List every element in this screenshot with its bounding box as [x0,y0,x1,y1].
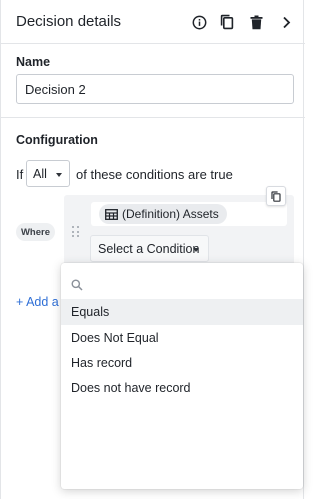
section-divider [1,117,305,118]
dropdown-item-does-not-equal[interactable]: Does Not Equal [61,325,303,351]
search-icon [71,279,83,291]
decision-details-panel: Decision details Name Decision 2 Configu… [0,0,305,499]
asset-pill[interactable]: (Definition) Assets [99,204,227,224]
if-text: If [16,167,24,182]
asset-pill-label: (Definition) Assets [122,207,219,221]
chevron-down-icon [56,173,62,177]
panel-title: Decision details [16,13,122,30]
copy-icon [271,190,281,202]
dropdown-search[interactable] [61,271,303,301]
chevron-right-icon[interactable] [275,11,297,33]
trash-icon[interactable] [245,11,267,33]
select-condition-dropdown[interactable]: Select a Condition [90,235,209,262]
dropdown-item-equals[interactable]: Equals [61,299,303,325]
conditions-suffix-text: of these conditions are true [76,167,233,182]
dropdown-item-does-not-have-record[interactable]: Does not have record [61,375,303,401]
name-input[interactable] [16,74,294,104]
table-icon [105,208,118,220]
select-condition-label: Select a Condition [98,242,200,256]
dropdown-item-has-record[interactable]: Has record [61,350,303,376]
add-condition-link[interactable]: + Add a c [16,295,66,309]
condition-dropdown-menu: Equals Does Not Equal Has record Does no… [61,263,303,489]
name-label: Name [16,55,51,69]
where-badge: Where [16,223,55,241]
drag-handle-icon[interactable] [72,226,80,238]
configuration-label: Configuration [16,133,98,147]
copy-icon[interactable] [216,11,238,33]
panel-header: Decision details [1,0,305,44]
dropdown-search-input[interactable] [89,275,289,297]
chevron-down-icon [193,248,199,252]
info-icon[interactable] [188,11,210,33]
duplicate-condition-button[interactable] [266,186,286,206]
all-select[interactable]: All [26,160,70,187]
all-select-value: All [33,167,47,181]
